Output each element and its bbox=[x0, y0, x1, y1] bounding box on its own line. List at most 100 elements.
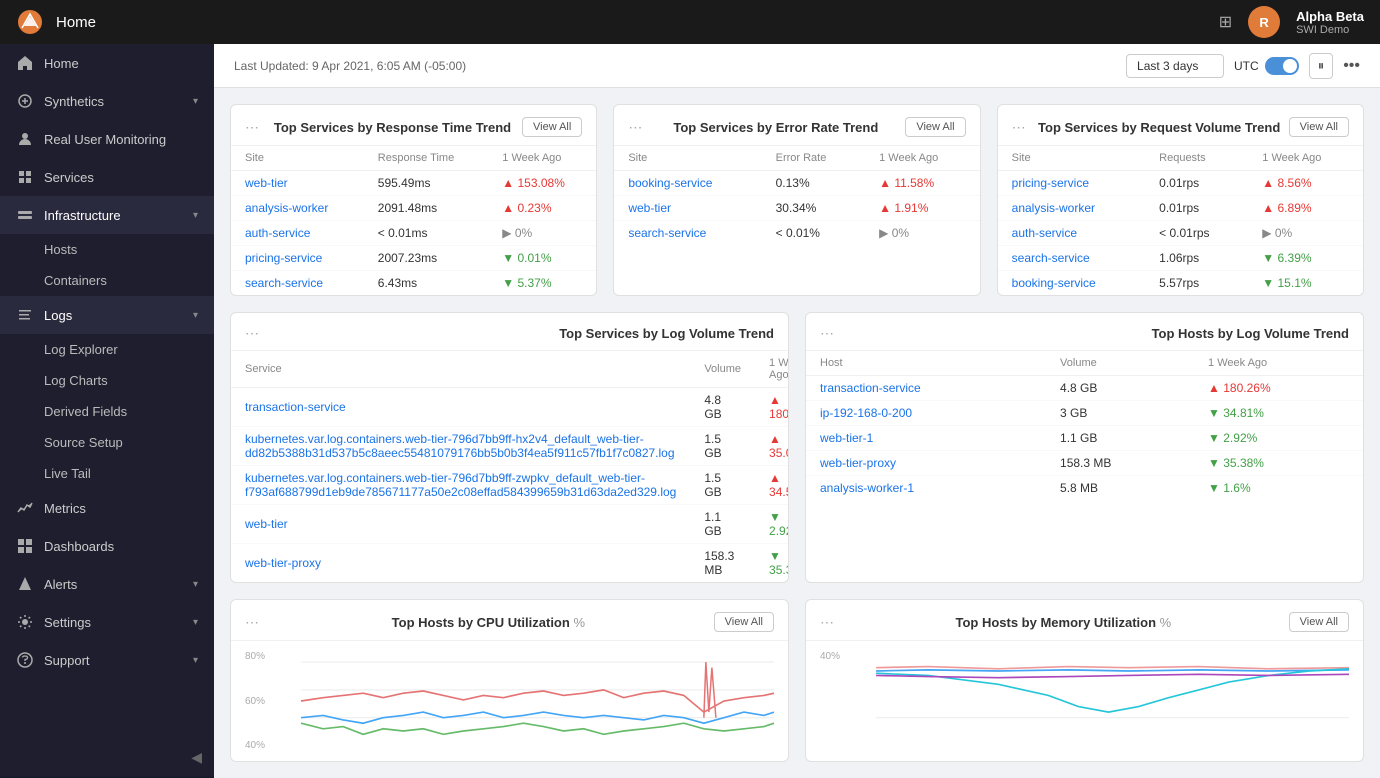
top-bar: Home ⊞ R Alpha Beta SWI Demo bbox=[0, 0, 1380, 44]
avatar[interactable]: R bbox=[1248, 6, 1280, 38]
site-link[interactable]: web-tier bbox=[231, 171, 364, 196]
top-row: ⋯ Top Services by Response Time Trend Vi… bbox=[230, 104, 1364, 296]
host-link[interactable]: web-tier-proxy bbox=[806, 451, 1046, 476]
memory-chart-svg bbox=[820, 651, 1349, 751]
service-link[interactable]: web-tier-proxy bbox=[231, 544, 690, 583]
request-volume-view-all[interactable]: View All bbox=[1289, 117, 1349, 137]
table-row: search-service 6.43ms ▼ 5.37% bbox=[231, 271, 596, 296]
service-link[interactable]: web-tier bbox=[231, 505, 690, 544]
sidebar-item-metrics[interactable]: Metrics bbox=[0, 489, 214, 527]
site-link[interactable]: search-service bbox=[998, 246, 1145, 271]
log-services-table: Service Volume 1 Week Ago transaction-se… bbox=[231, 351, 789, 582]
table-row: transaction-service 4.8 GB ▲ 180.26% bbox=[231, 388, 789, 427]
memory-view-all[interactable]: View All bbox=[1289, 612, 1349, 632]
pause-button[interactable]: ⏸ bbox=[1309, 53, 1334, 79]
site-link[interactable]: booking-service bbox=[998, 271, 1145, 296]
sidebar-item-containers[interactable]: Containers bbox=[0, 265, 214, 296]
request-value: < 0.01rps bbox=[1145, 221, 1248, 246]
table-row: ip-192-168-0-200 3 GB ▼ 34.81% bbox=[806, 401, 1363, 426]
site-link[interactable]: pricing-service bbox=[998, 171, 1145, 196]
content-body: ⋯ Top Services by Response Time Trend Vi… bbox=[214, 88, 1380, 778]
sidebar-item-log-charts[interactable]: Log Charts bbox=[0, 365, 214, 396]
col-week-ago-1: 1 Week Ago bbox=[488, 146, 596, 171]
col-week-ago-h: 1 Week Ago bbox=[1194, 351, 1363, 376]
site-link[interactable]: auth-service bbox=[998, 221, 1145, 246]
trend-value: ▶ 0% bbox=[488, 221, 596, 246]
table-row: analysis-worker-1 5.8 MB ▼ 1.6% bbox=[806, 476, 1363, 501]
sidebar-item-alerts[interactable]: Alerts ▾ bbox=[0, 565, 214, 603]
col-week-ago-2: 1 Week Ago bbox=[865, 146, 980, 171]
site-link[interactable]: auth-service bbox=[231, 221, 364, 246]
service-link[interactable]: transaction-service bbox=[231, 388, 690, 427]
volume-value: 1.1 GB bbox=[690, 505, 755, 544]
trend-value: ▼ 2.92% bbox=[1194, 426, 1363, 451]
grid-icon[interactable]: ⊞ bbox=[1219, 12, 1232, 32]
toggle-knob bbox=[1283, 59, 1297, 73]
site-link[interactable]: analysis-worker bbox=[998, 196, 1145, 221]
site-link[interactable]: pricing-service bbox=[231, 246, 364, 271]
volume-value: 1.5 GB bbox=[690, 466, 755, 505]
site-link[interactable]: web-tier bbox=[614, 196, 761, 221]
memory-title: Top Hosts by Memory Utilization % bbox=[955, 615, 1171, 630]
host-link[interactable]: analysis-worker-1 bbox=[806, 476, 1046, 501]
col-site-3: Site bbox=[998, 146, 1145, 171]
sidebar-item-live-tail[interactable]: Live Tail bbox=[0, 458, 214, 489]
utc-toggle-switch[interactable] bbox=[1265, 57, 1299, 75]
response-time-view-all[interactable]: View All bbox=[522, 117, 582, 137]
sidebar-item-log-explorer[interactable]: Log Explorer bbox=[0, 334, 214, 365]
sidebar-item-dashboards[interactable]: Dashboards bbox=[0, 527, 214, 565]
cpu-y-labels: 80% 60% 40% bbox=[245, 651, 265, 751]
bot-row: ⋯ Top Hosts by CPU Utilization % View Al… bbox=[230, 599, 1364, 762]
sidebar-item-derived-fields[interactable]: Derived Fields bbox=[0, 396, 214, 427]
main-content: Last Updated: 9 Apr 2021, 6:05 AM (-05:0… bbox=[214, 44, 1380, 778]
trend-value: ▲ 0.23% bbox=[488, 196, 596, 221]
sidebar-item-settings[interactable]: Settings ▾ bbox=[0, 603, 214, 641]
sidebar-item-hosts[interactable]: Hosts bbox=[0, 234, 214, 265]
sidebar-item-support[interactable]: Support ▾ bbox=[0, 641, 214, 679]
sidebar-infrastructure-label: Infrastructure bbox=[44, 208, 183, 223]
trend-value: ▲ 35.04% bbox=[755, 427, 789, 466]
sidebar-settings-label: Settings bbox=[44, 615, 183, 630]
content-header: Last Updated: 9 Apr 2021, 6:05 AM (-05:0… bbox=[214, 44, 1380, 88]
error-value: 0.13% bbox=[762, 171, 866, 196]
error-rate-view-all[interactable]: View All bbox=[905, 117, 965, 137]
card-dots-1: ⋯ bbox=[245, 119, 259, 136]
cpu-y-60: 60% bbox=[245, 696, 265, 707]
host-link[interactable]: transaction-service bbox=[806, 376, 1046, 401]
sidebar-item-logs[interactable]: Logs ▾ bbox=[0, 296, 214, 334]
trend-value: ▲ 180.26% bbox=[755, 388, 789, 427]
table-row: search-service 1.06rps ▼ 6.39% bbox=[998, 246, 1363, 271]
sidebar-item-infrastructure[interactable]: Infrastructure ▾ bbox=[0, 196, 214, 234]
service-link[interactable]: kubernetes.var.log.containers.web-tier-7… bbox=[231, 466, 690, 505]
memory-y-40: 40% bbox=[820, 651, 840, 662]
cpu-y-80: 80% bbox=[245, 651, 265, 662]
sidebar-item-rum[interactable]: Real User Monitoring bbox=[0, 120, 214, 158]
request-volume-card: ⋯ Top Services by Request Volume Trend V… bbox=[997, 104, 1364, 296]
table-row: auth-service < 0.01ms ▶ 0% bbox=[231, 221, 596, 246]
request-volume-title: Top Services by Request Volume Trend bbox=[1038, 120, 1280, 135]
time-range-select[interactable]: Last 3 days Last 1 day Last 7 days bbox=[1126, 54, 1224, 78]
sidebar-item-source-setup[interactable]: Source Setup bbox=[0, 427, 214, 458]
sidebar-item-synthetics[interactable]: Synthetics ▾ bbox=[0, 82, 214, 120]
sidebar-item-home[interactable]: Home bbox=[0, 44, 214, 82]
logs-chevron: ▾ bbox=[193, 310, 198, 321]
log-hosts-title: Top Hosts by Log Volume Trend bbox=[1152, 326, 1349, 341]
site-link[interactable]: analysis-worker bbox=[231, 196, 364, 221]
site-link[interactable]: search-service bbox=[231, 271, 364, 296]
trend-value: ▼ 35.38% bbox=[1194, 451, 1363, 476]
table-row: web-tier 30.34% ▲ 1.91% bbox=[614, 196, 979, 221]
metrics-icon bbox=[16, 499, 34, 517]
card-dots-6: ⋯ bbox=[245, 614, 259, 631]
service-link[interactable]: kubernetes.var.log.containers.web-tier-7… bbox=[231, 427, 690, 466]
site-link[interactable]: search-service bbox=[614, 221, 761, 246]
host-link[interactable]: ip-192-168-0-200 bbox=[806, 401, 1046, 426]
host-link[interactable]: web-tier-1 bbox=[806, 426, 1046, 451]
site-link[interactable]: booking-service bbox=[614, 171, 761, 196]
cpu-view-all[interactable]: View All bbox=[714, 612, 774, 632]
alerts-icon bbox=[16, 575, 34, 593]
collapse-sidebar-btn[interactable]: ◀ bbox=[0, 749, 214, 766]
sidebar-item-services[interactable]: Services bbox=[0, 158, 214, 196]
services-icon bbox=[16, 168, 34, 186]
more-options-button[interactable]: ••• bbox=[1343, 57, 1360, 75]
utc-label: UTC bbox=[1234, 59, 1259, 73]
